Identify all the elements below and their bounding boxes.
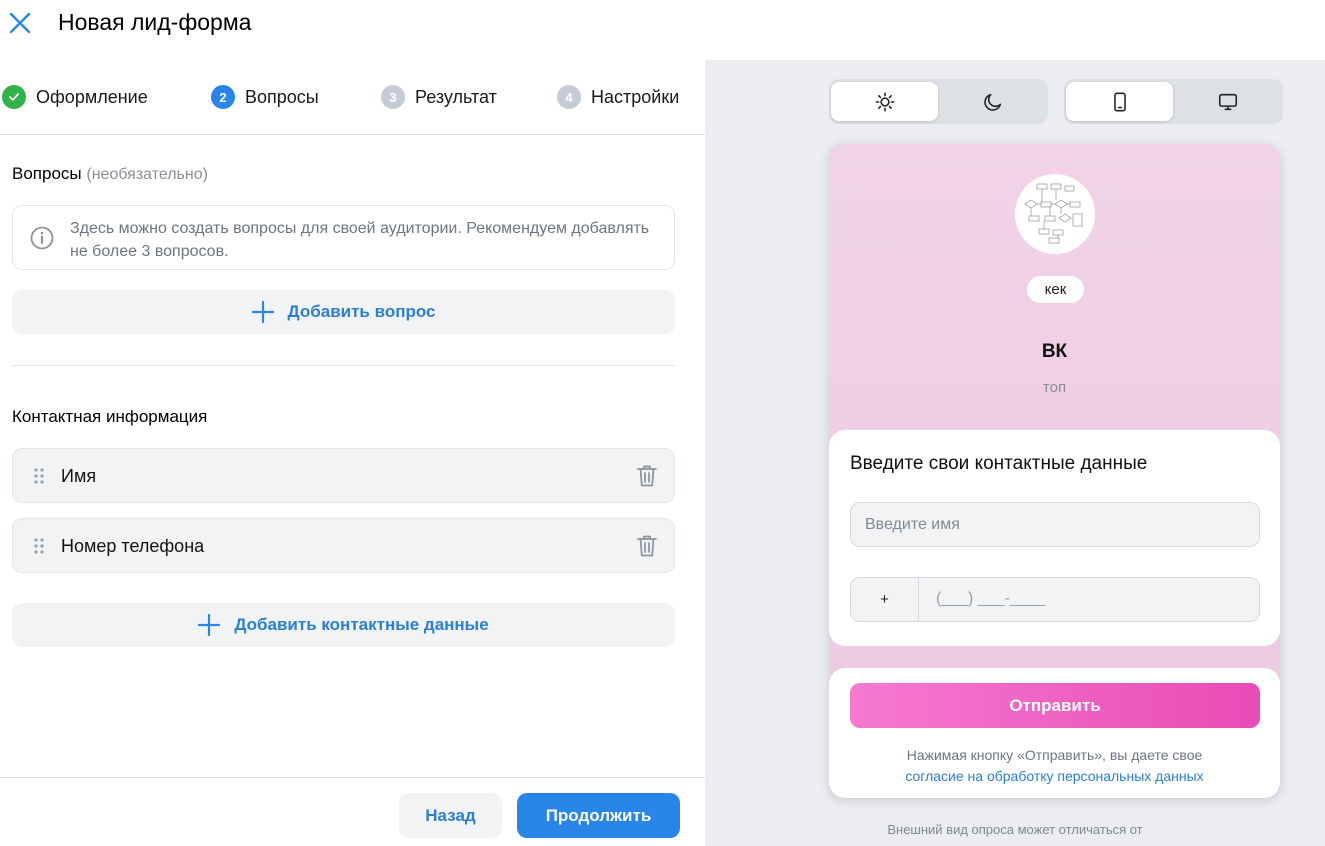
moon-icon xyxy=(983,93,1001,111)
send-button[interactable]: Отправить xyxy=(850,683,1260,728)
phone-mask: (___) ___-____ xyxy=(936,590,1046,607)
info-icon xyxy=(30,226,54,250)
footer: Назад Продолжить xyxy=(0,777,705,846)
contact-field-row[interactable]: Имя xyxy=(12,448,675,503)
add-contact-label: Добавить контактные данные xyxy=(234,615,489,634)
editor-panel: Оформление 2 Вопросы 3 Результат 4 Настр… xyxy=(0,60,705,846)
step-number: 3 xyxy=(381,85,405,109)
flowchart-image xyxy=(1024,183,1083,244)
preview-disclaimer: Внешний вид опроса может отличаться от xyxy=(887,822,1143,837)
step-number: 2 xyxy=(211,85,235,109)
step-label: Оформление xyxy=(36,86,148,107)
consent-label: Нажимая кнопку «Отправить», вы даете сво… xyxy=(906,747,1203,763)
step-label: Вопросы xyxy=(245,86,319,107)
sun-icon xyxy=(875,92,894,111)
phone-field[interactable]: + (___) ___-____ xyxy=(850,577,1260,622)
info-text: Здесь можно создать вопросы для своей ау… xyxy=(70,220,650,260)
name-input[interactable] xyxy=(865,503,1245,546)
country-code[interactable]: + xyxy=(851,578,919,621)
contact-field-label: Номер телефона xyxy=(61,536,205,556)
contact-card-title: Введите свои контактные данные xyxy=(850,453,1148,474)
submit-card: Отправить Нажимая кнопку «Отправить», вы… xyxy=(829,668,1280,798)
questions-title-text: Вопросы xyxy=(12,164,82,183)
step-result[interactable]: 3 Результат xyxy=(381,85,497,109)
check-icon xyxy=(2,85,26,109)
phone-icon xyxy=(1113,92,1126,111)
tag-chip: кек xyxy=(1027,276,1084,303)
name-field xyxy=(850,502,1260,547)
plus-icon xyxy=(198,614,221,636)
mobile-view-button[interactable] xyxy=(1066,82,1173,121)
step-questions[interactable]: 2 Вопросы xyxy=(211,85,319,109)
add-question-button[interactable]: Добавить вопрос xyxy=(12,290,675,334)
step-label: Результат xyxy=(415,86,497,107)
trash-icon[interactable] xyxy=(636,534,658,558)
avatar xyxy=(1015,174,1095,254)
light-theme-button[interactable] xyxy=(831,82,938,121)
close-icon[interactable] xyxy=(6,9,34,37)
stepper: Оформление 2 Вопросы 3 Результат 4 Настр… xyxy=(0,60,705,135)
consent-text: Нажимая кнопку «Отправить», вы даете сво… xyxy=(829,745,1280,787)
optional-label: (необязательно) xyxy=(86,166,208,183)
add-contact-button[interactable]: Добавить контактные данные xyxy=(12,603,675,647)
step-design[interactable]: Оформление xyxy=(2,85,148,109)
step-settings[interactable]: 4 Настройки xyxy=(557,85,679,109)
info-box: Здесь можно создать вопросы для своей ау… xyxy=(12,205,675,270)
contact-field-row[interactable]: Номер телефона xyxy=(12,518,675,573)
contact-card: Введите свои контактные данные + (___) _… xyxy=(829,430,1280,646)
divider xyxy=(12,365,675,366)
header: Новая лид-форма xyxy=(0,0,1325,46)
back-button[interactable]: Назад xyxy=(399,793,502,838)
preview-title: ВК xyxy=(1041,341,1068,362)
page-title: Новая лид-форма xyxy=(58,9,252,35)
add-question-label: Добавить вопрос xyxy=(287,302,436,321)
step-number: 4 xyxy=(557,85,581,109)
continue-button[interactable]: Продолжить xyxy=(517,793,680,838)
step-label: Настройки xyxy=(591,86,680,107)
device-toggle xyxy=(1064,79,1283,124)
contacts-title: Контактная информация xyxy=(12,407,208,426)
questions-title: Вопросы (необязательно) xyxy=(12,164,208,184)
form-preview: кек ВК топ Введите свои контактные данны… xyxy=(829,144,1280,798)
desktop-view-button[interactable] xyxy=(1174,82,1281,121)
drag-handle-icon[interactable] xyxy=(33,467,45,485)
drag-handle-icon[interactable] xyxy=(33,537,45,555)
dark-theme-button[interactable] xyxy=(939,82,1046,121)
trash-icon[interactable] xyxy=(636,464,658,488)
preview-panel: кек ВК топ Введите свои контактные данны… xyxy=(705,60,1325,846)
monitor-icon xyxy=(1218,93,1237,110)
contact-field-label: Имя xyxy=(61,466,97,486)
consent-link[interactable]: согласие на обработку персональных данны… xyxy=(905,768,1203,784)
theme-toggle xyxy=(829,79,1048,124)
preview-subtitle: топ xyxy=(1042,379,1067,396)
plus-icon xyxy=(251,301,274,323)
